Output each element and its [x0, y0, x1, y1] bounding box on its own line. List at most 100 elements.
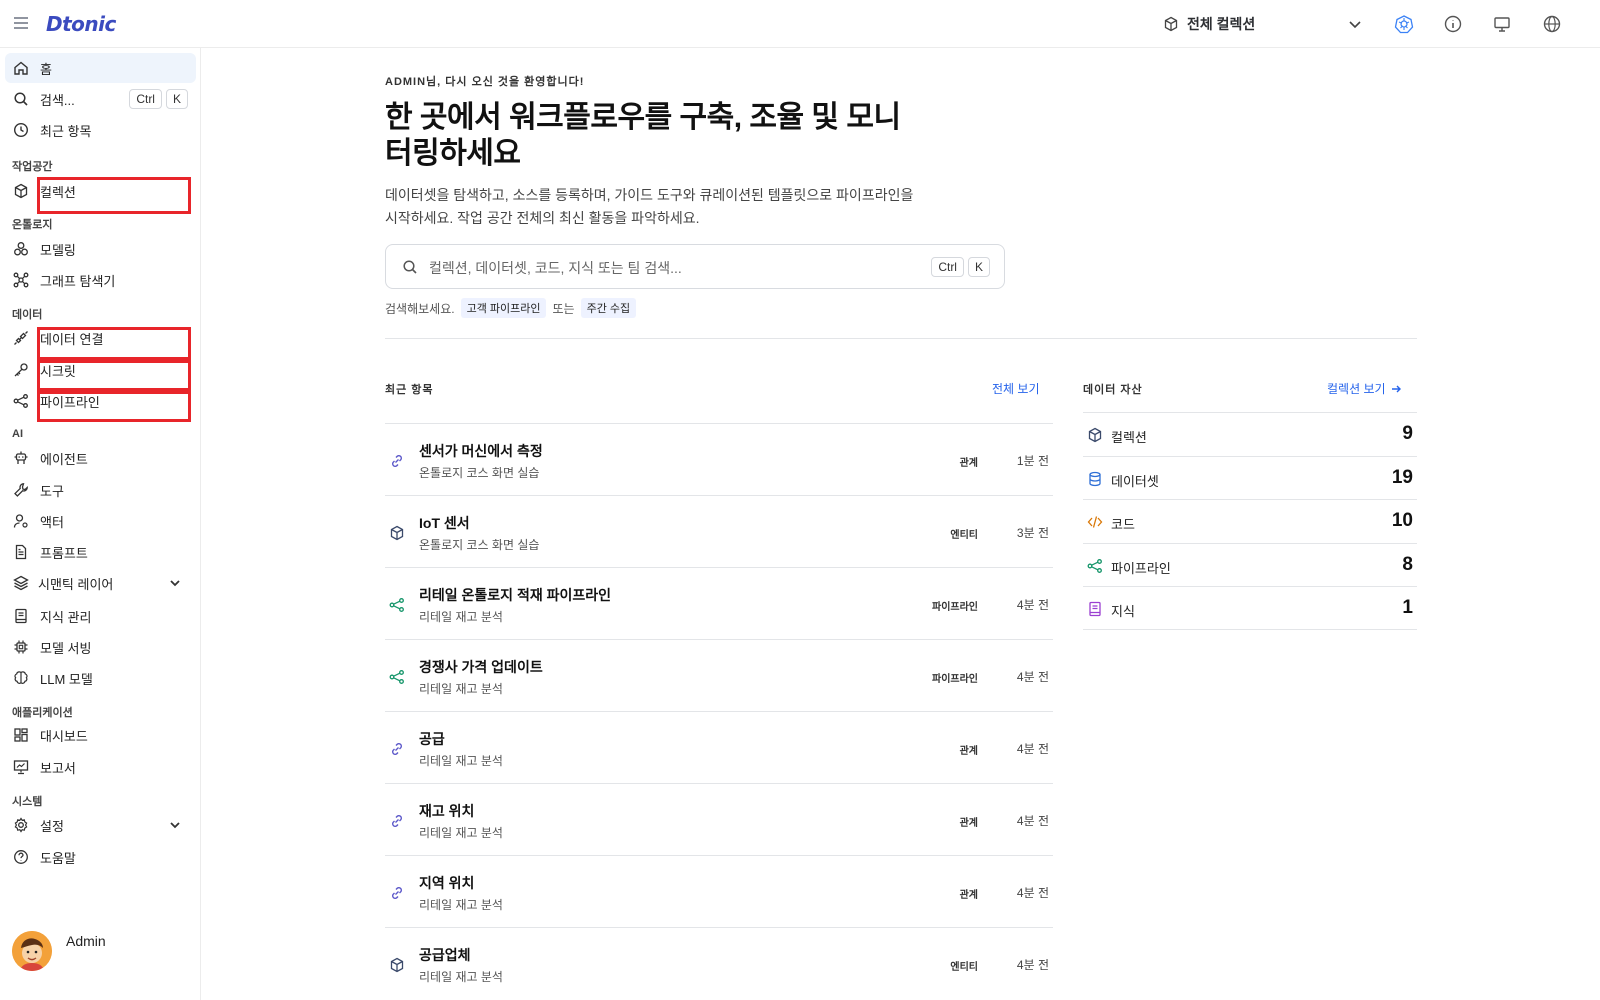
suggestion-chip-customer-pipeline[interactable]: 고객 파이프라인 [460, 298, 547, 318]
pipeline-icon [389, 597, 405, 613]
recent-row-time: 4분 전 [1016, 598, 1049, 612]
user-profile[interactable] [12, 931, 52, 971]
recent-row[interactable]: 센서가 머신에서 측정 온톨로지 코스 화면 실습 관계 1분 전 [385, 423, 1053, 495]
database-icon [1087, 471, 1103, 487]
cube-icon [389, 525, 405, 541]
sidebar-item-prompt[interactable]: 프롬프트 [5, 537, 196, 567]
kubernetes-icon[interactable] [1394, 14, 1414, 34]
recent-row-type: 관계 [959, 458, 978, 469]
recent-row[interactable]: 공급업체 리테일 재고 분석 엔티티 4분 전 [385, 927, 1053, 999]
sidebar-item-recent[interactable]: 최근 항목 [5, 115, 196, 145]
cube-icon [1164, 16, 1178, 32]
user-gear-icon [13, 514, 28, 528]
recent-list: 센서가 머신에서 측정 온톨로지 코스 화면 실습 관계 1분 전 IoT 센서… [385, 423, 1053, 999]
book-icon [1087, 601, 1103, 617]
asset-row[interactable]: 데이터셋 19 [1083, 455, 1417, 500]
pipeline-icon [1087, 558, 1103, 574]
asset-name: 파이프라인 [1111, 560, 1171, 576]
sidebar-item-dashboard[interactable]: 대시보드 [5, 720, 196, 750]
sidebar-item-graph-explorer[interactable]: 그래프 탐색기 [5, 265, 196, 295]
section-ai: AI [12, 428, 23, 440]
arrow-right-icon [1391, 385, 1401, 392]
link-icon [389, 741, 405, 757]
app-logo[interactable]: Dtonic [46, 12, 116, 36]
info-icon[interactable] [1443, 14, 1463, 34]
sidebar-item-actor[interactable]: 액터 [5, 506, 196, 536]
recent-row[interactable]: 지역 위치 리테일 재고 분석 관계 4분 전 [385, 855, 1053, 927]
recent-row-subtitle: 리테일 재고 분석 [419, 610, 503, 624]
menu-icon[interactable] [12, 14, 30, 32]
asset-row[interactable]: 파이프라인 8 [1083, 542, 1417, 587]
highlight-box-pipeline [37, 391, 191, 422]
asset-row[interactable]: 지식 1 [1083, 586, 1417, 630]
asset-row[interactable]: 코드 10 [1083, 499, 1417, 543]
kbd-k: K [967, 257, 990, 277]
recent-row[interactable]: 재고 위치 리테일 재고 분석 관계 4분 전 [385, 783, 1053, 855]
plug-icon [14, 331, 28, 345]
sidebar-item-semantic-layer[interactable]: 시맨틱 레이어 [5, 568, 196, 598]
gear-icon [14, 817, 28, 833]
brain-icon [14, 671, 28, 684]
shapes-icon [14, 242, 28, 256]
kbd-k: K [165, 89, 188, 109]
asset-count: 10 [1391, 510, 1413, 531]
sidebar-item-agent[interactable]: 에이전트 [5, 443, 196, 473]
recent-row-type: 관계 [959, 890, 978, 901]
sidebar-item-help[interactable]: 도움말 [5, 842, 196, 872]
recent-row-title: 공급 [419, 731, 445, 747]
recent-row-time: 4분 전 [1016, 886, 1049, 900]
presentation-icon [13, 760, 29, 775]
asset-row[interactable]: 컬렉션 9 [1083, 412, 1417, 456]
recent-row-time: 4분 전 [1016, 958, 1049, 972]
suggestion-chip-weekly-ingest[interactable]: 주간 수집 [580, 298, 637, 318]
globe-icon[interactable] [1542, 14, 1562, 34]
monitor-icon[interactable] [1492, 14, 1512, 34]
sidebar-item-settings[interactable]: 설정 [5, 810, 196, 840]
sidebar-item-search[interactable]: 검색... Ctrl K [5, 84, 196, 114]
sidebar-item-label: 지식 관리 [40, 609, 92, 625]
recent-row-title: 공급업체 [419, 947, 471, 963]
asset-name: 데이터셋 [1111, 473, 1159, 489]
sidebar-item-home[interactable]: 홈 [5, 53, 196, 83]
page-title: 한 곳에서 워크플로우를 구축, 조율 및 모니터링하세요 [385, 101, 901, 170]
recent-row-subtitle: 리테일 재고 분석 [419, 898, 503, 912]
kbd-ctrl: Ctrl [931, 257, 964, 277]
recent-row-subtitle: 리테일 재고 분석 [419, 754, 503, 768]
book-icon [15, 608, 27, 624]
recent-row-time: 1분 전 [1016, 454, 1049, 468]
recent-row[interactable]: 공급 리테일 재고 분석 관계 4분 전 [385, 711, 1053, 783]
sidebar-item-label: 그래프 탐색기 [40, 273, 116, 289]
asset-name: 지식 [1111, 604, 1135, 619]
suggestion-or: 또는 [552, 301, 575, 316]
cube-icon [14, 183, 28, 199]
recent-row-type: 파이프라인 [932, 602, 978, 613]
sidebar-item-label: 보고서 [40, 760, 76, 776]
avatar[interactable] [12, 931, 52, 971]
asset-count: 19 [1391, 466, 1413, 488]
sidebar-item-llm-model[interactable]: LLM 모델 [5, 663, 196, 693]
recent-row[interactable]: IoT 센서 온톨로지 코스 화면 실습 엔티티 3분 전 [385, 495, 1053, 567]
avatar-face-icon [12, 931, 52, 971]
sidebar-item-label: 모델 서빙 [40, 640, 92, 656]
sidebar-item-modeling[interactable]: 모델링 [5, 234, 196, 264]
global-search-input[interactable]: 컬렉션, 데이터셋, 코드, 지식 또는 팀 검색... Ctrl K [385, 244, 1005, 289]
recent-row[interactable]: 경쟁사 가격 업데이트 리테일 재고 분석 파이프라인 4분 전 [385, 639, 1053, 711]
sidebar-item-report[interactable]: 보고서 [5, 752, 196, 782]
recent-row-title: 경쟁사 가격 업데이트 [419, 659, 543, 675]
sidebar-item-label: 프롬프트 [40, 545, 88, 561]
collection-selector[interactable]: 전체 컬렉션 [1163, 12, 1363, 36]
sidebar-item-label: 대시보드 [40, 728, 88, 744]
sidebar-item-model-serving[interactable]: 모델 서빙 [5, 632, 196, 662]
sidebar-item-tool[interactable]: 도구 [5, 475, 196, 505]
sidebar-item-knowledge[interactable]: 지식 관리 [5, 601, 196, 631]
view-collections-label: 컬렉션 보기 [1327, 382, 1386, 396]
view-collections-link[interactable]: 컬렉션 보기 [1327, 380, 1402, 397]
asset-name: 코드 [1111, 517, 1135, 532]
section-ontology: 온톨로지 [12, 219, 53, 231]
view-all-link[interactable]: 전체 보기 [992, 380, 1040, 397]
recent-row-title: IoT 센서 [419, 515, 470, 531]
recent-row-subtitle: 리테일 재고 분석 [419, 826, 503, 840]
recent-row[interactable]: 리테일 온톨로지 적재 파이프라인 리테일 재고 분석 파이프라인 4분 전 [385, 567, 1053, 639]
assets-section-title: 데이터 자산 [1083, 384, 1143, 396]
robot-icon [14, 451, 28, 464]
